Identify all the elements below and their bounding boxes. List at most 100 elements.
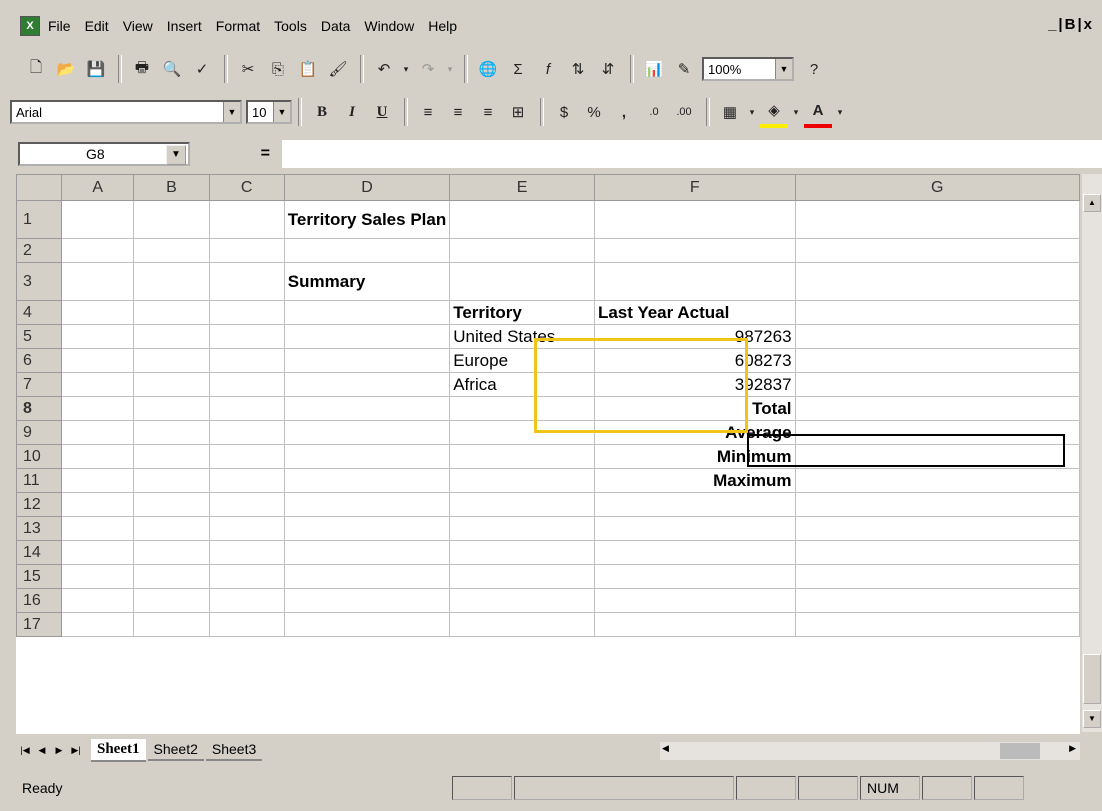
- paste-icon[interactable]: 📋: [294, 55, 322, 83]
- chevron-down-icon[interactable]: ▼: [775, 59, 792, 79]
- currency-icon[interactable]: $: [550, 98, 578, 126]
- align-right-icon[interactable]: ≡: [474, 98, 502, 126]
- cell-e11[interactable]: [449, 468, 595, 493]
- cell-b6[interactable]: [133, 348, 210, 373]
- cell-e16[interactable]: [449, 588, 595, 613]
- column-header-b[interactable]: B: [133, 174, 210, 201]
- column-header-f[interactable]: F: [593, 174, 796, 201]
- align-center-icon[interactable]: ≡: [444, 98, 472, 126]
- borders-icon[interactable]: ▦: [716, 98, 744, 126]
- cell-b3[interactable]: [133, 262, 210, 301]
- cell-f8[interactable]: Total: [593, 396, 796, 421]
- cell-c11[interactable]: [208, 468, 285, 493]
- row-header[interactable]: 9: [16, 420, 62, 445]
- previous-sheet-icon[interactable]: ◀: [35, 742, 49, 758]
- cell-b8[interactable]: [133, 396, 210, 421]
- cell-b17[interactable]: [133, 612, 210, 637]
- column-header-e[interactable]: E: [449, 174, 595, 201]
- cell-e6[interactable]: Europe: [449, 348, 595, 373]
- cell-e5[interactable]: United States: [449, 324, 595, 349]
- tab-sheet2[interactable]: Sheet2: [147, 739, 204, 761]
- cell-e7[interactable]: Africa: [449, 372, 595, 397]
- cell-e15[interactable]: [449, 564, 595, 589]
- cell-c8[interactable]: [208, 396, 285, 421]
- cell-c5[interactable]: [208, 324, 285, 349]
- cell-c7[interactable]: [208, 372, 285, 397]
- next-sheet-icon[interactable]: ▶: [52, 742, 66, 758]
- cell-g8[interactable]: [794, 396, 1080, 421]
- cell-d2[interactable]: [283, 238, 451, 263]
- cell-e13[interactable]: [449, 516, 595, 541]
- cell-c1[interactable]: [208, 200, 285, 239]
- row-header[interactable]: 2: [16, 238, 62, 263]
- cell-d12[interactable]: [283, 492, 451, 517]
- cell-b12[interactable]: [133, 492, 210, 517]
- format-painter-icon[interactable]: 🖌: [324, 55, 352, 83]
- cell-d8[interactable]: [283, 396, 451, 421]
- fill-color-icon[interactable]: ◈: [760, 96, 788, 128]
- cell-b16[interactable]: [133, 588, 210, 613]
- cell-f16[interactable]: [593, 588, 796, 613]
- scroll-up-icon[interactable]: ▲: [1083, 194, 1101, 212]
- cell-a4[interactable]: [60, 300, 135, 325]
- cell-f12[interactable]: [593, 492, 796, 517]
- row-header[interactable]: 14: [16, 540, 62, 565]
- scroll-right-icon[interactable]: ▶: [1069, 743, 1076, 754]
- first-sheet-icon[interactable]: |◀: [18, 742, 32, 758]
- zoom-dropdown[interactable]: 100% ▼: [702, 57, 794, 81]
- cell-a14[interactable]: [60, 540, 135, 565]
- redo-dropdown-icon[interactable]: ▾: [444, 55, 456, 83]
- menu-file[interactable]: File: [48, 18, 71, 34]
- cell-c15[interactable]: [208, 564, 285, 589]
- cell-e2[interactable]: [449, 238, 595, 263]
- cell-e4[interactable]: Territory: [449, 300, 595, 325]
- scroll-left-icon[interactable]: ◀: [662, 743, 669, 754]
- cell-a16[interactable]: [60, 588, 135, 613]
- cell-d11[interactable]: [283, 468, 451, 493]
- cell-b9[interactable]: [133, 420, 210, 445]
- cell-c4[interactable]: [208, 300, 285, 325]
- menu-help[interactable]: Help: [428, 18, 457, 34]
- cell-f13[interactable]: [593, 516, 796, 541]
- cut-icon[interactable]: ✂: [234, 55, 262, 83]
- cell-d14[interactable]: [283, 540, 451, 565]
- cell-f17[interactable]: [593, 612, 796, 637]
- cell-g12[interactable]: [794, 492, 1080, 517]
- comma-button[interactable]: ,: [610, 98, 638, 126]
- cell-a12[interactable]: [60, 492, 135, 517]
- cell-g4[interactable]: [794, 300, 1080, 325]
- cell-f11[interactable]: Maximum: [593, 468, 796, 493]
- cell-b14[interactable]: [133, 540, 210, 565]
- row-header[interactable]: 8: [16, 396, 62, 421]
- undo-dropdown-icon[interactable]: ▾: [400, 55, 412, 83]
- cell-f9[interactable]: Average: [593, 420, 796, 445]
- cell-e14[interactable]: [449, 540, 595, 565]
- column-header-g[interactable]: G: [794, 174, 1080, 201]
- cell-g5[interactable]: [794, 324, 1080, 349]
- excel-app-icon[interactable]: X: [20, 16, 40, 36]
- cell-f6[interactable]: 608273: [593, 348, 796, 373]
- cell-a8[interactable]: [60, 396, 135, 421]
- cell-d15[interactable]: [283, 564, 451, 589]
- column-header-c[interactable]: C: [208, 174, 285, 201]
- cell-a3[interactable]: [60, 262, 135, 301]
- cell-b4[interactable]: [133, 300, 210, 325]
- cell-b2[interactable]: [133, 238, 210, 263]
- cell-g13[interactable]: [794, 516, 1080, 541]
- cell-b13[interactable]: [133, 516, 210, 541]
- help-icon[interactable]: ?: [800, 55, 828, 83]
- cell-c6[interactable]: [208, 348, 285, 373]
- cell-c3[interactable]: [208, 262, 285, 301]
- italic-button[interactable]: I: [338, 98, 366, 126]
- percent-button[interactable]: %: [580, 98, 608, 126]
- row-header[interactable]: 15: [16, 564, 62, 589]
- cell-g17[interactable]: [794, 612, 1080, 637]
- font-dropdown[interactable]: Arial ▼: [10, 100, 242, 124]
- font-size-dropdown[interactable]: 10 ▼: [246, 100, 292, 124]
- cell-d13[interactable]: [283, 516, 451, 541]
- cell-e8[interactable]: [449, 396, 595, 421]
- select-all-corner[interactable]: [16, 174, 62, 201]
- cell-g15[interactable]: [794, 564, 1080, 589]
- column-header-a[interactable]: A: [60, 174, 135, 201]
- print-icon[interactable]: 🖶: [128, 55, 156, 83]
